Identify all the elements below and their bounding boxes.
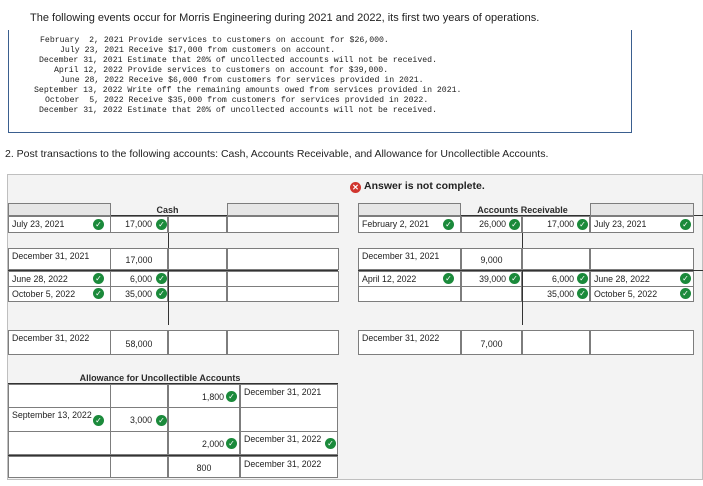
check-icon: ✓ bbox=[680, 219, 691, 230]
allow-left-row3-label[interactable] bbox=[8, 431, 111, 455]
check-icon: ✓ bbox=[156, 288, 167, 299]
event-line: December 31, 2021 Estimate that 20% of u… bbox=[39, 56, 437, 65]
allow-left-row4-value[interactable] bbox=[110, 456, 168, 478]
ar-right-row4-label[interactable]: October 5, 2022 bbox=[590, 286, 694, 302]
check-icon: ✓ bbox=[577, 219, 588, 230]
ar-left-row5-value[interactable]: 7,000 bbox=[461, 330, 522, 355]
ar-right-row5-label[interactable] bbox=[590, 330, 694, 355]
cash-center-line-2 bbox=[168, 270, 169, 325]
ar-right-row1-label[interactable]: July 23, 2021 bbox=[590, 216, 694, 233]
ar-right-row2-label[interactable] bbox=[590, 248, 694, 270]
event-line: October 5, 2022 Receive $35,000 from cus… bbox=[45, 96, 429, 105]
cash-row1-credit[interactable] bbox=[168, 216, 227, 233]
allowance-title: Allowance for Uncollectible Accounts bbox=[79, 373, 241, 383]
check-icon: ✓ bbox=[156, 415, 167, 426]
cash-row2-right[interactable] bbox=[227, 248, 339, 270]
ar-header-right bbox=[590, 203, 694, 216]
check-icon: ✓ bbox=[156, 219, 167, 230]
cash-row4-right[interactable] bbox=[227, 286, 339, 302]
question-text: 2. Post transactions to the following ac… bbox=[5, 148, 549, 160]
check-icon: ✓ bbox=[156, 273, 167, 284]
cash-row5-credit[interactable] bbox=[168, 330, 227, 355]
ar-center-line-2 bbox=[522, 270, 523, 325]
event-line: June 28, 2022 Receive $6,000 from custom… bbox=[60, 76, 424, 85]
ar-header-left bbox=[358, 203, 461, 216]
check-icon: ✓ bbox=[325, 438, 336, 449]
check-icon: ✓ bbox=[680, 288, 691, 299]
events-box: February 2, 2021 Provide services to cus… bbox=[8, 30, 632, 133]
check-icon: ✓ bbox=[93, 219, 104, 230]
cash-row5-debit[interactable]: 58,000 bbox=[110, 330, 168, 355]
check-icon: ✓ bbox=[93, 288, 104, 299]
ar-left-row4-value[interactable] bbox=[461, 286, 522, 302]
check-icon: ✓ bbox=[93, 415, 104, 426]
event-line: April 12, 2022 Provide services to custo… bbox=[54, 66, 389, 75]
cash-row2-label[interactable]: December 31, 2021 bbox=[8, 248, 111, 270]
allow-right-row4-value[interactable]: 800 bbox=[168, 456, 240, 478]
cash-row1-label-right[interactable] bbox=[227, 216, 339, 233]
allow-right-row4-label[interactable]: December 31, 2022 bbox=[240, 456, 338, 478]
allow-left-row1-label[interactable] bbox=[8, 384, 111, 408]
check-icon: ✓ bbox=[577, 288, 588, 299]
cash-row2-debit[interactable]: 17,000 bbox=[110, 248, 168, 270]
cash-header-right bbox=[227, 203, 339, 216]
ar-right-row5-value[interactable] bbox=[522, 330, 590, 355]
cash-title: Cash bbox=[156, 205, 179, 215]
check-icon: ✓ bbox=[93, 273, 104, 284]
allow-right-row1-label[interactable]: December 31, 2021 bbox=[240, 384, 338, 408]
cash-row5-right[interactable] bbox=[227, 330, 339, 355]
check-icon: ✓ bbox=[509, 273, 520, 284]
check-icon: ✓ bbox=[509, 219, 520, 230]
event-line: February 2, 2021 Provide services to cus… bbox=[40, 36, 389, 45]
check-icon: ✓ bbox=[226, 391, 237, 402]
cash-row5-label[interactable]: December 31, 2022 bbox=[8, 330, 111, 355]
check-icon: ✓ bbox=[443, 273, 454, 284]
check-icon: ✓ bbox=[577, 273, 588, 284]
allow-right-row2-label[interactable] bbox=[240, 407, 338, 432]
allow-left-row1-value[interactable] bbox=[110, 384, 168, 408]
allow-right-row2-value[interactable] bbox=[168, 407, 240, 432]
intro-text: The following events occur for Morris En… bbox=[30, 12, 540, 24]
ar-title: Accounts Receivable bbox=[477, 205, 568, 215]
ar-left-row5-label[interactable]: December 31, 2022 bbox=[358, 330, 461, 355]
ar-left-row2-value[interactable]: 9,000 bbox=[461, 248, 522, 270]
cash-row3-credit[interactable] bbox=[168, 271, 227, 287]
allow-left-row3-value[interactable] bbox=[110, 431, 168, 455]
ar-left-row2-label[interactable]: December 31, 2021 bbox=[358, 248, 461, 270]
event-line: September 13, 2022 Write off the remaini… bbox=[34, 86, 462, 95]
event-line: December 31, 2022 Estimate that 20% of u… bbox=[39, 106, 437, 115]
allow-right-row3-label[interactable]: December 31, 2022 bbox=[240, 431, 338, 455]
cash-row4-credit[interactable] bbox=[168, 286, 227, 302]
cash-header-left bbox=[8, 203, 111, 216]
ar-right-row2-value[interactable] bbox=[522, 248, 590, 270]
ar-right-row3-label[interactable]: June 28, 2022 bbox=[590, 271, 694, 287]
event-line: July 23, 2021 Receive $17,000 from custo… bbox=[60, 46, 336, 55]
answer-status-text: Answer is not complete. bbox=[364, 180, 485, 192]
answer-status: ✕ Answer is not complete. bbox=[350, 180, 485, 193]
check-icon: ✓ bbox=[226, 438, 237, 449]
cash-row2-credit[interactable] bbox=[168, 248, 227, 270]
check-icon: ✓ bbox=[680, 273, 691, 284]
check-icon: ✓ bbox=[443, 219, 454, 230]
ar-left-row4-label[interactable] bbox=[358, 286, 461, 302]
cash-row3-right[interactable] bbox=[227, 271, 339, 287]
x-icon: ✕ bbox=[350, 182, 361, 193]
allow-left-row4-label[interactable] bbox=[8, 456, 111, 478]
